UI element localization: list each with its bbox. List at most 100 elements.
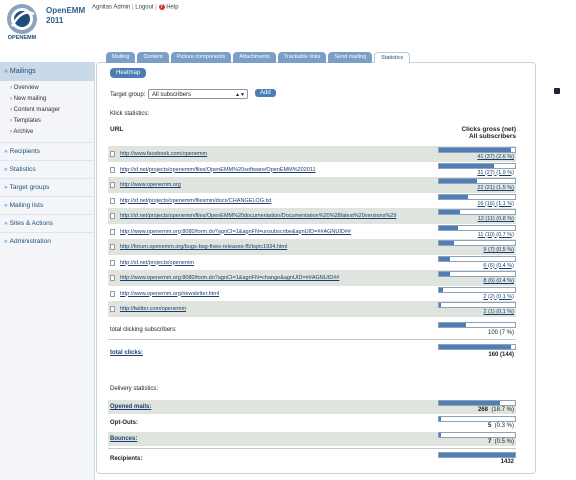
link-url[interactable]: http://www.openemm.org/newsletter.html [120,291,219,297]
chevron-down-icon: ▲▼ [235,92,245,98]
submenu-content-manager[interactable]: Content manager [10,105,94,116]
tab-mailing[interactable]: Mailing [106,52,136,63]
click-value[interactable]: 8 (6) (0.4 %) [483,278,514,284]
bounces-link[interactable]: Bounces: [110,436,137,442]
submenu-archive[interactable]: Archive [10,127,94,138]
table-row: http://www.openemm.org/newsletter.html 2 … [108,286,516,302]
click-value[interactable]: 2 (2) (0.1 %) [483,294,514,300]
click-bar [438,240,516,246]
link-url[interactable]: http://www.openemm.org:8080/form.do?agnC… [120,229,351,235]
target-group-select[interactable]: All subscribers ▲▼ [148,89,248,99]
document-icon [110,213,115,219]
recipients-label: Recipients: [110,456,143,462]
sidebar-item-label: Recipients [9,148,40,155]
clicks-column-header: Clicks gross (net) All subscribers [461,126,516,140]
click-bar [438,271,516,277]
link-url[interactable]: http://sf.net/projects/openemm/filesmin/… [120,198,271,204]
submenu-new-mailing[interactable]: New mailing [10,94,94,105]
opened-mails-link[interactable]: Opened mails: [110,404,151,410]
sidebar-item-mailing-lists[interactable]: » Mailing lists [0,196,94,214]
click-bar [438,162,516,169]
document-icon [110,228,115,235]
sidebar-item-label: Mailing lists [9,202,44,209]
help-icon[interactable]: ? [158,4,165,10]
click-value[interactable]: 12 (11) (0.8 %) [478,216,514,222]
opt-outs-label: Opt-Outs: [110,420,138,426]
total-clicks-row: total clicks: 160 (144) [108,344,516,360]
recipients-row: Recipients: 1432 [108,452,516,466]
sidebar-item-target-groups[interactable]: » Target groups [0,178,94,196]
link-url[interactable]: http://www.openemm.org:8080/form.do?agnC… [120,275,339,281]
sidebar-item-recipients[interactable]: » Recipients [0,142,94,160]
url-column-header: URL [110,126,124,133]
total-clicking-row: total clicking subscribers: 100 (7 %) [108,322,516,336]
link-url[interactable]: http://twitter.com/openemm [120,306,186,312]
sidebar-item-administration[interactable]: » Administration [0,232,94,250]
total-clicks-bar [438,344,516,350]
sidebar-item-statistics[interactable]: » Statistics [0,160,94,178]
chevron-icon: » [4,148,8,155]
click-value[interactable]: 2 (1) (0.1 %) [483,309,514,315]
sidebar-item-sites-actions[interactable]: » Sites & Actions [0,214,94,232]
click-bar-fill [439,210,461,214]
click-value[interactable]: 11 (10) (0.7 %) [478,232,514,238]
app-title: OpenEMM 2011 [46,6,85,26]
help-link[interactable]: Help [166,5,178,11]
link-url[interactable]: http://sf.net/projects/openemm [120,260,194,266]
tab-attachments[interactable]: Attachments [233,52,276,63]
logout-link[interactable]: Logout [135,5,153,11]
click-bar-fill [439,303,442,307]
tab-send-mailing[interactable]: Send mailing [328,52,373,63]
tab-picture-components[interactable]: Picture components [170,52,232,63]
document-icon [110,197,115,204]
click-bar [438,302,516,308]
link-url[interactable]: http://sf.net/projects/openemm/files/Ope… [120,167,316,173]
opt-outs-row: Opt-Outs: 5 (0.3 %) [108,416,516,430]
user-link[interactable]: Agnitas Admin [92,5,130,11]
tab-trackable-links[interactable]: Trackable links [277,52,327,63]
sidebar-item-mailings[interactable]: » Mailings [0,62,94,81]
delivery-statistics-label: Delivery statistics: [110,386,159,392]
table-row: http://twitter.com/openemm 2 (1) (0.1 %) [108,301,516,317]
heatmap-button[interactable]: Heatmap [110,68,147,78]
total-clicking-label: total clicking subscribers: [110,327,177,333]
click-bar [438,224,516,231]
mailing-tabs: Mailing Content Picture components Attac… [106,52,411,63]
tab-content[interactable]: Content [137,52,169,63]
document-icon [110,244,115,250]
click-value[interactable]: 41 (37) (2.6 %) [477,154,514,160]
click-bar-fill [439,272,450,276]
link-url[interactable]: http://www.facebook.com/openemm [120,151,207,157]
click-bar-fill [439,163,494,168]
table-row: http://www.openemm.org 22 (21) (1.5 %) [108,177,516,193]
sidebar-item-label: Statistics [9,166,36,173]
recipients-value: 1432 [500,459,514,465]
click-value[interactable]: 6 (6) (0.4 %) [483,263,514,269]
save-icon[interactable] [554,88,560,94]
link-url[interactable]: http://sf.net/projects/openemm/files/Ope… [120,213,396,219]
link-url[interactable]: http://forum.openemm.org/bugs-bug-fixes-… [120,244,287,250]
submenu-templates[interactable]: Templates [10,116,94,127]
sidebar-item-label: Administration [9,238,51,245]
tab-statistics[interactable]: Statistics [374,52,411,63]
opened-mails-bar [438,400,516,406]
document-icon [110,151,115,157]
app-version: 2011 [46,16,64,25]
click-value[interactable]: 31 (27) (1.9 %) [477,170,514,176]
add-button[interactable]: Add [255,89,276,97]
submenu-overview[interactable]: Overview [10,83,94,94]
click-bar [438,193,516,200]
click-value[interactable]: 16 (16) (1.1 %) [477,201,514,207]
total-clicking-bar [438,322,516,328]
click-bar [438,286,516,293]
click-bar [438,255,516,262]
document-icon [110,275,115,281]
sidebar: »Mailings Overview New mailing Content m… [0,62,95,480]
table-row: http://forum.openemm.org/bugs-bug-fixes-… [108,239,516,255]
click-value[interactable]: 22 (21) (1.5 %) [477,185,514,191]
click-value[interactable]: 9 (7) (0.5 %) [483,247,514,253]
total-clicks-link[interactable]: total clicks: [110,350,143,356]
link-url[interactable]: http://www.openemm.org [120,182,181,188]
table-row: http://www.openemm.org:8080/form.do?agnC… [108,224,516,240]
click-bar-fill [439,256,450,261]
